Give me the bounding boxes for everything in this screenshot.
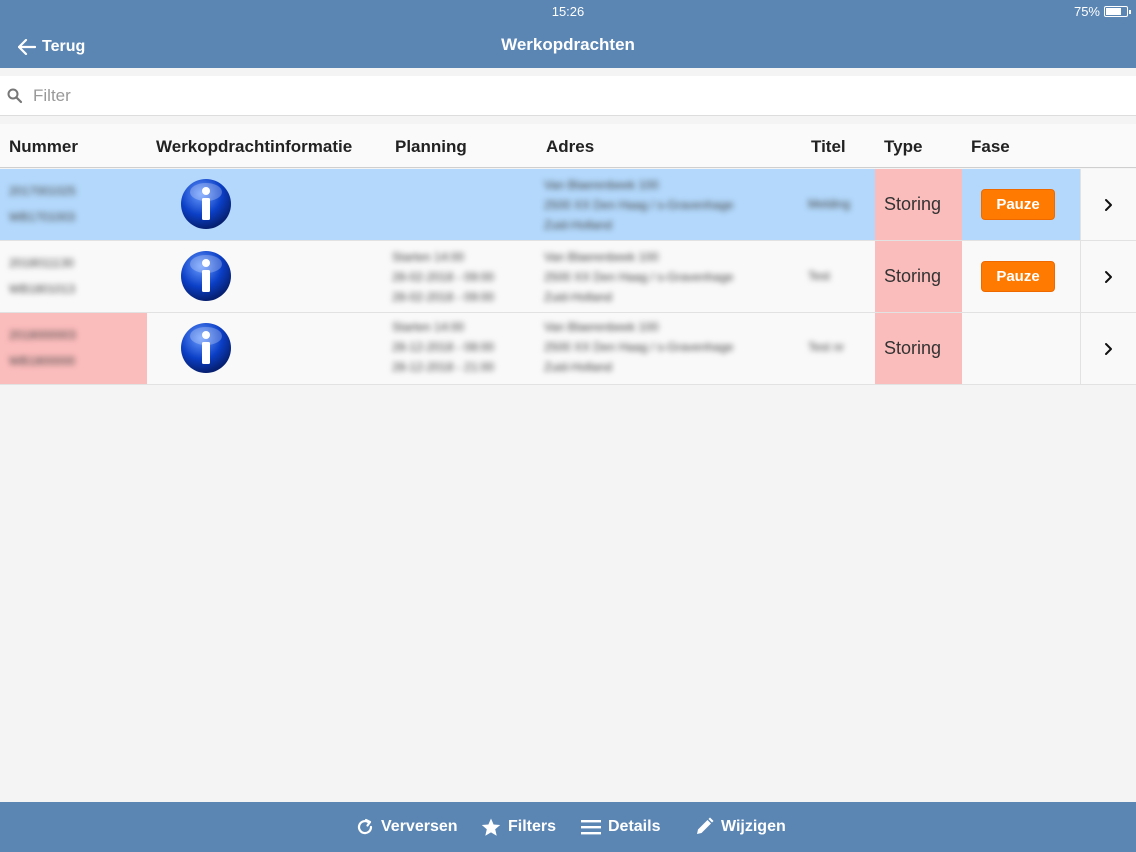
column-header-adres[interactable]: Adres bbox=[546, 137, 594, 157]
row-chevron-button[interactable] bbox=[1080, 169, 1136, 240]
titel-cell: Test nr bbox=[808, 340, 845, 354]
nummer-line: 2018000003 bbox=[9, 328, 76, 342]
edit-button[interactable]: Wijzigen bbox=[694, 802, 786, 852]
type-cell: Storing bbox=[875, 241, 962, 312]
pencil-icon bbox=[697, 817, 714, 834]
details-label: Details bbox=[608, 818, 661, 835]
filter-input[interactable] bbox=[33, 85, 1113, 106]
chevron-right-icon bbox=[1104, 198, 1112, 211]
planning-line: 28-12-2018 - 21:00 bbox=[392, 360, 495, 374]
table-row[interactable]: 2018000003 WB1800000 Starten 14:00 28-12… bbox=[0, 313, 1136, 385]
battery-percent: 75% bbox=[1073, 4, 1100, 19]
adres-line: Zuid-Holland bbox=[544, 290, 613, 304]
nummer-cell: 2018011130 WB1801013 bbox=[0, 241, 147, 312]
chevron-right-icon bbox=[1104, 342, 1112, 355]
nummer-cell: 2018000003 WB1800000 bbox=[0, 313, 147, 384]
column-header-werkopdrachtinformatie[interactable]: Werkopdrachtinformatie bbox=[156, 137, 352, 157]
filter-bar bbox=[0, 76, 1136, 116]
back-button[interactable]: Terug bbox=[18, 38, 85, 56]
table-row[interactable]: 2018011130 WB1801013 Starten 14:00 28-02… bbox=[0, 241, 1136, 313]
refresh-button[interactable]: Verversen bbox=[356, 802, 458, 852]
chevron-right-icon bbox=[1104, 270, 1112, 283]
pauze-button[interactable]: Pauze bbox=[981, 189, 1055, 220]
row-chevron-button[interactable] bbox=[1080, 313, 1136, 384]
status-time: 15:26 bbox=[551, 4, 585, 19]
filters-button[interactable]: Filters bbox=[481, 802, 556, 852]
column-header-type[interactable]: Type bbox=[884, 137, 922, 157]
column-header-fase[interactable]: Fase bbox=[971, 137, 1010, 157]
adres-line: Van Blaerenbeek 100 bbox=[544, 178, 659, 192]
pauze-button[interactable]: Pauze bbox=[981, 261, 1055, 292]
info-icon[interactable] bbox=[180, 250, 232, 302]
nummer-line: WB1800000 bbox=[9, 354, 76, 368]
refresh-icon bbox=[357, 818, 373, 835]
planning-line: Starten 14:00 bbox=[392, 250, 465, 264]
nummer-cell: 2017001025 WB1701003 bbox=[0, 169, 147, 240]
table-row[interactable]: 2017001025 WB1701003 Van Blaerenbeek 100… bbox=[0, 169, 1136, 241]
titel-cell: Test bbox=[808, 269, 831, 283]
planning-line: Starten 14:00 bbox=[392, 320, 465, 334]
adres-line: Zuid-Holland bbox=[544, 218, 613, 232]
column-header-planning[interactable]: Planning bbox=[395, 137, 467, 157]
adres-line: Van Blaerenbeek 100 bbox=[544, 250, 659, 264]
nummer-line: WB1701003 bbox=[9, 210, 76, 224]
edit-label: Wijzigen bbox=[721, 818, 786, 835]
adres-line: 2500 XX Den Haag / s-Gravenhage bbox=[544, 340, 734, 354]
star-icon bbox=[481, 818, 501, 836]
refresh-label: Verversen bbox=[381, 818, 458, 835]
planning-line: 28-12-2018 - 08:00 bbox=[392, 340, 495, 354]
details-button[interactable]: Details bbox=[581, 802, 660, 852]
nummer-line: WB1801013 bbox=[9, 282, 76, 296]
row-chevron-button[interactable] bbox=[1080, 241, 1136, 312]
nummer-line: 2018011130 bbox=[9, 256, 74, 270]
page-title: Werkopdrachten bbox=[501, 35, 635, 54]
list-icon bbox=[581, 820, 601, 835]
navigation-bar: 15:26 75% Terug Werkopdrachten bbox=[0, 0, 1136, 68]
adres-line: 2500 XX Den Haag / s-Gravenhage bbox=[544, 198, 734, 212]
filters-label: Filters bbox=[508, 818, 557, 835]
nummer-line: 2017001025 bbox=[9, 184, 76, 198]
type-cell: Storing bbox=[875, 169, 962, 240]
adres-line: Zuid-Holland bbox=[544, 360, 613, 374]
adres-line: Van Blaerenbeek 100 bbox=[544, 320, 659, 334]
planning-line: 28-02-2018 - 09:00 bbox=[392, 270, 495, 284]
battery-icon bbox=[1104, 6, 1131, 17]
adres-line: 2500 XX Den Haag / s-Gravenhage bbox=[544, 270, 734, 284]
info-icon[interactable] bbox=[180, 322, 232, 374]
info-icon[interactable] bbox=[180, 178, 232, 230]
arrow-left-icon bbox=[18, 39, 36, 55]
table-header: Nummer Werkopdrachtinformatie Planning A… bbox=[0, 124, 1136, 168]
search-icon bbox=[7, 88, 23, 103]
type-cell: Storing bbox=[875, 313, 962, 384]
battery-status: 75% bbox=[1073, 4, 1131, 19]
titel-cell: Melding bbox=[808, 197, 851, 211]
column-header-nummer[interactable]: Nummer bbox=[9, 137, 78, 157]
planning-line: 28-02-2018 - 09:00 bbox=[392, 290, 495, 304]
column-header-titel[interactable]: Titel bbox=[811, 137, 846, 157]
bottom-toolbar: Verversen Filters Details Wijzigen bbox=[0, 802, 1136, 852]
back-label: Terug bbox=[42, 38, 86, 55]
